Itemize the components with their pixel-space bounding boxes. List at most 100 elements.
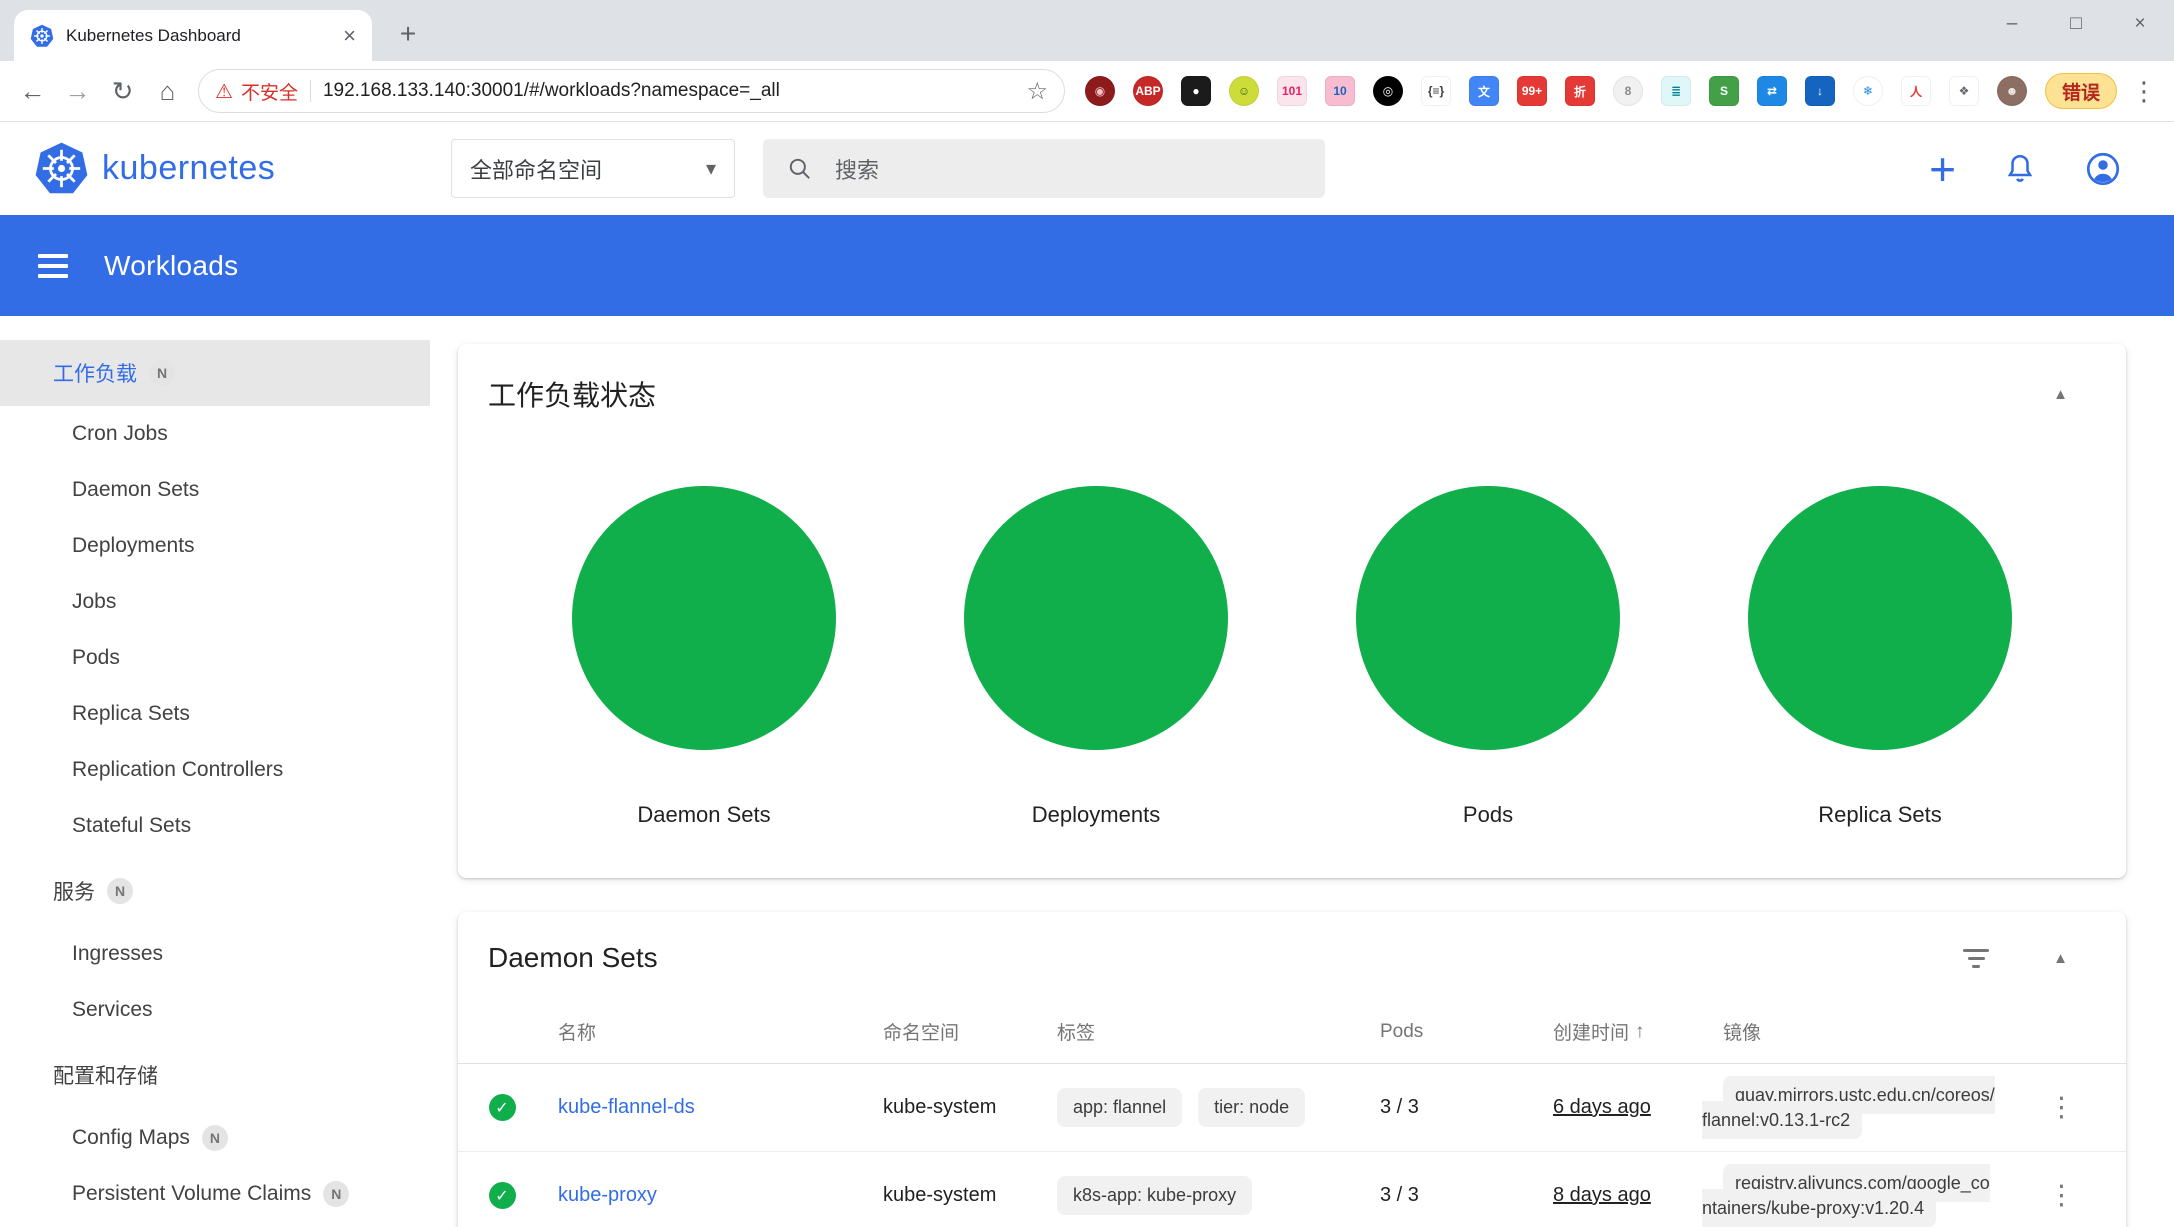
column-header-pods[interactable]: Pods [1356,1021,1529,1043]
create-resource-button[interactable]: + [1929,146,1956,192]
notifications-bell-icon[interactable] [2002,151,2038,187]
error-button[interactable]: 错误 [2045,73,2117,109]
column-header-namespace[interactable]: 命名空间 [859,1018,1033,1045]
sidebar-item-label: Config Maps [72,1126,190,1150]
sidebar-item-label: 配置和存储 [53,1060,158,1090]
hamburger-menu-icon[interactable] [38,254,68,278]
url-text[interactable]: 192.168.133.140:30001/#/workloads?namesp… [323,80,1017,102]
extension-icon[interactable]: ◉ [1085,76,1115,106]
namespace-selector[interactable]: 全部命名空间 ▾ [451,139,735,198]
chart-label: Pods [1463,802,1513,828]
extension-icon[interactable]: ☺ [1229,76,1259,106]
tab-close-icon[interactable]: × [343,23,356,49]
column-header-images[interactable]: 镜像 [1702,1018,1997,1045]
header-actions: + [1929,122,2122,215]
sidebar-item-jobs[interactable]: Jobs [0,574,430,630]
extension-icon[interactable]: {≡} [1421,76,1451,106]
sidebar-item-stateful-sets[interactable]: Stateful Sets [0,798,430,854]
extension-icon[interactable]: 10 [1325,76,1355,106]
daemonset-link[interactable]: kube-proxy [558,1184,657,1206]
pods-chart: Pods [1338,486,1638,828]
filter-icon[interactable] [1961,949,1991,968]
address-bar[interactable]: ⚠ 不安全 192.168.133.140:30001/#/workloads?… [198,69,1065,113]
browser-menu-icon[interactable]: ⋮ [2131,76,2157,107]
collapse-card-icon[interactable]: ▲ [2053,386,2068,403]
sidebar-item-workloads[interactable]: 工作负载 N [0,340,430,406]
namespace-cell: kube-system [859,1096,1033,1119]
extension-icon[interactable]: ⇄ [1757,76,1787,106]
home-icon[interactable]: ⌂ [145,69,190,114]
extensions-puzzle-icon[interactable]: ❖ [1949,76,1979,106]
search-input[interactable]: 搜索 [763,139,1325,198]
column-header-created[interactable]: 创建时间 ↑ [1529,1018,1702,1045]
collapse-card-icon[interactable]: ▲ [2053,950,2068,967]
extension-icon[interactable]: 99+ [1517,76,1547,106]
sidebar-item-cron-jobs[interactable]: Cron Jobs [0,406,430,462]
sidebar-item-label: Pods [72,646,120,670]
extension-icon[interactable]: S [1709,76,1739,106]
sidebar-item-persistent-volume-claims[interactable]: Persistent Volume Claims N [0,1166,430,1222]
browser-toolbar: ← → ↻ ⌂ ⚠ 不安全 192.168.133.140:30001/#/wo… [0,61,2174,122]
column-header-labels[interactable]: 标签 [1033,1018,1356,1045]
table-row: ✓ kube-flannel-ds kube-system app: flann… [458,1064,2126,1152]
minimize-button[interactable]: – [1980,0,2044,48]
sidebar-item-label: 服务 [53,876,95,906]
workload-status-card: 工作负载状态 ▲ Daemon Sets Deployments Pods Re… [458,344,2126,878]
label-chip: app: flannel [1057,1088,1182,1127]
app-bar: Workloads [0,215,2174,316]
extension-icon[interactable]: 折 [1565,76,1595,106]
sidebar-item-label: Daemon Sets [72,478,199,502]
sidebar-item-config-storage-group[interactable]: 配置和存储 [0,1047,430,1103]
column-header-name[interactable]: 名称 [546,1018,859,1045]
namespaced-badge: N [202,1125,228,1151]
window-close-button[interactable]: × [2108,0,2172,48]
sidebar-item-ingresses[interactable]: Ingresses [0,926,430,982]
table-header: 名称 命名空间 标签 Pods 创建时间 ↑ 镜像 [458,1000,2126,1064]
sidebar-item-replication-controllers[interactable]: Replication Controllers [0,742,430,798]
extension-icon[interactable]: ↓ [1805,76,1835,106]
sidebar-item-pods[interactable]: Pods [0,630,430,686]
row-menu-icon[interactable]: ⋮ [2048,1180,2075,1211]
sidebar-item-label: Persistent Volume Claims [72,1182,311,1206]
not-secure-label[interactable]: 不安全 [241,78,298,105]
browser-tab[interactable]: Kubernetes Dashboard × [14,10,372,61]
back-icon[interactable]: ← [10,69,55,114]
brand-wordmark: kubernetes [102,122,275,215]
refresh-icon[interactable]: ↻ [100,69,145,114]
sidebar-item-services[interactable]: Services [0,982,430,1038]
table-row: ✓ kube-proxy kube-system k8s-app: kube-p… [458,1152,2126,1227]
donut-chart [1748,486,2012,750]
daemonset-link[interactable]: kube-flannel-ds [558,1096,695,1118]
extension-icon[interactable]: 8 [1613,76,1643,106]
extension-icon[interactable]: ≣ [1661,76,1691,106]
extension-icon[interactable]: ● [1181,76,1211,106]
extension-icon[interactable]: 101 [1277,76,1307,106]
forward-icon[interactable]: → [55,69,100,114]
window-controls: – □ × [1980,0,2172,48]
daemon-sets-card: Daemon Sets ▲ 名称 命名空间 标签 Pods 创建时间 ↑ 镜像 … [458,912,2126,1227]
extension-icon[interactable]: ❄ [1853,76,1883,106]
extension-icon[interactable]: ABP [1133,76,1163,106]
daemon-sets-chart: Daemon Sets [554,486,854,828]
kubernetes-logo-icon [34,141,89,196]
account-circle-icon[interactable] [2084,150,2122,188]
sort-ascending-icon: ↑ [1635,1021,1645,1043]
sidebar-item-daemon-sets[interactable]: Daemon Sets [0,462,430,518]
extension-icon[interactable]: ◎ [1373,76,1403,106]
new-tab-button[interactable]: + [388,14,428,54]
label-chip: k8s-app: kube-proxy [1057,1176,1252,1215]
extension-icon[interactable]: 人 [1901,76,1931,106]
sidebar-item-services-group[interactable]: 服务 N [0,863,430,919]
extension-icon[interactable]: 文 [1469,76,1499,106]
bookmark-star-icon[interactable]: ☆ [1026,77,1048,106]
card-title: Daemon Sets [488,942,1961,974]
sidebar-item-label: Services [72,998,153,1022]
browser-avatar[interactable]: ☻ [1997,76,2027,106]
sidebar-item-deployments[interactable]: Deployments [0,518,430,574]
search-placeholder: 搜索 [835,153,879,185]
sidebar-item-label: Cron Jobs [72,422,168,446]
sidebar-item-config-maps[interactable]: Config Maps N [0,1110,430,1166]
sidebar-item-replica-sets[interactable]: Replica Sets [0,686,430,742]
row-menu-icon[interactable]: ⋮ [2048,1092,2075,1123]
maximize-button[interactable]: □ [2044,0,2108,48]
